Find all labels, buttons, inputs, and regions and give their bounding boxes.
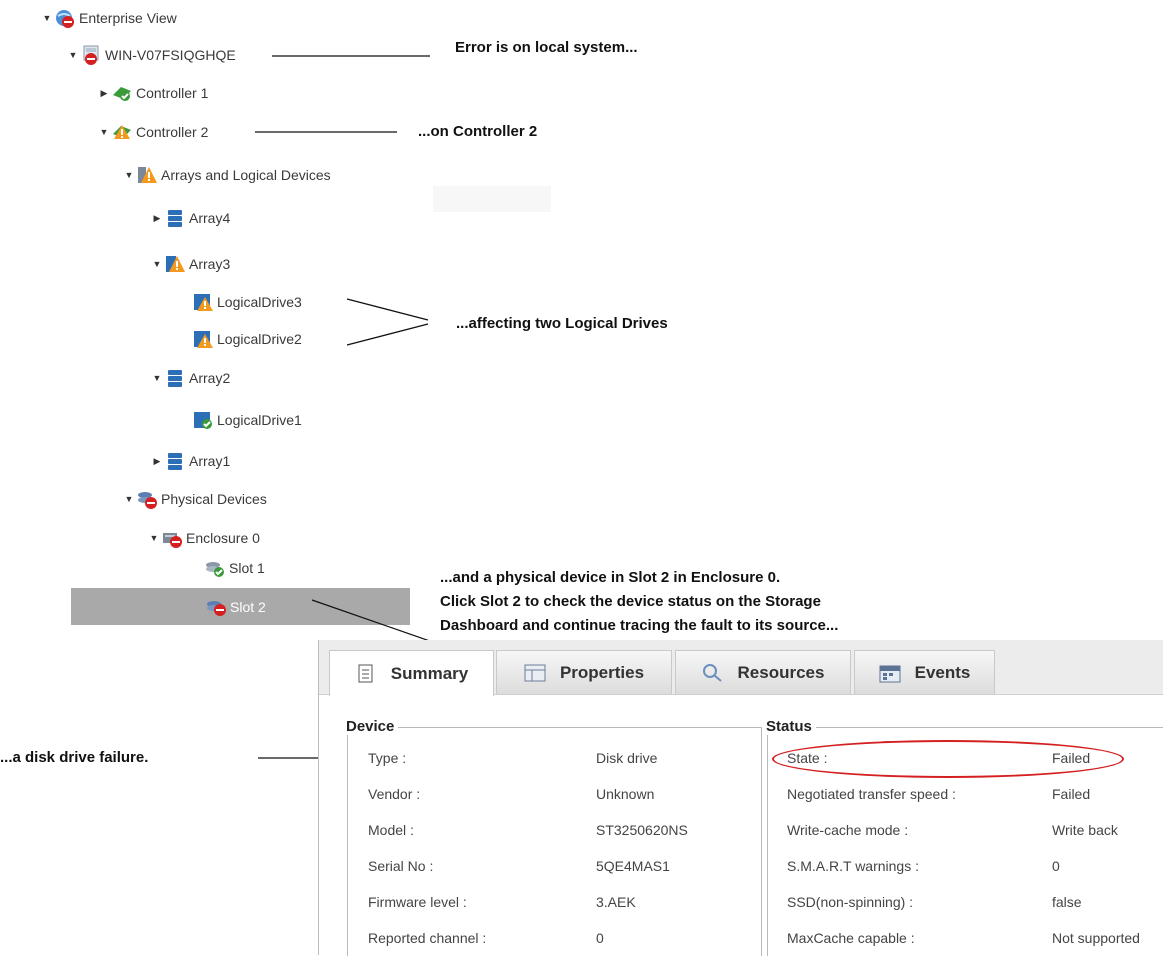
device-group-legend: Device bbox=[346, 718, 399, 735]
status-ssd-value: false bbox=[1052, 894, 1082, 910]
dashboard-tab-bar: Summary Properties Resources Events bbox=[319, 640, 1163, 696]
device-firmware-value: 3.AEK bbox=[596, 894, 636, 910]
tab-label: Resources bbox=[737, 662, 825, 682]
status-write-cache-key: Write-cache mode : bbox=[787, 822, 909, 838]
device-firmware-key: Firmware level : bbox=[368, 894, 467, 910]
device-channel-value: 0 bbox=[596, 930, 604, 946]
device-group: Device bbox=[346, 718, 762, 956]
callout-disk-failure: ...a disk drive failure. bbox=[0, 749, 149, 766]
device-vendor-key: Vendor : bbox=[368, 786, 421, 802]
status-ssd-key: SSD(non-spinning) : bbox=[787, 894, 914, 910]
search-icon bbox=[702, 663, 724, 683]
device-serial-key: Serial No : bbox=[368, 858, 434, 874]
status-group-legend: Status bbox=[766, 718, 816, 735]
status-maxcache-value: Not supported bbox=[1052, 930, 1140, 946]
tab-resources[interactable]: Resources bbox=[675, 650, 851, 694]
calendar-icon bbox=[879, 663, 901, 683]
status-smart-key: S.M.A.R.T warnings : bbox=[787, 858, 920, 874]
tab-label: Events bbox=[914, 662, 971, 682]
callout-controller-2: ...on Controller 2 bbox=[418, 123, 538, 140]
failed-state-highlight bbox=[772, 740, 1124, 778]
status-transfer-speed-value: Failed bbox=[1052, 786, 1091, 802]
connector-logicaldrive2 bbox=[346, 323, 429, 346]
device-vendor-value: Unknown bbox=[596, 786, 655, 802]
device-channel-key: Reported channel : bbox=[368, 930, 487, 946]
callout-local-system: Error is on local system... bbox=[455, 39, 638, 56]
device-type-value: Disk drive bbox=[596, 750, 658, 766]
properties-icon bbox=[524, 663, 546, 683]
status-transfer-speed-key: Negotiated transfer speed : bbox=[787, 786, 956, 802]
status-maxcache-key: MaxCache capable : bbox=[787, 930, 915, 946]
device-type-key: Type : bbox=[368, 750, 407, 766]
tab-events[interactable]: Events bbox=[854, 650, 995, 694]
tab-properties[interactable]: Properties bbox=[496, 650, 672, 694]
callout-logical-drives: ...affecting two Logical Drives bbox=[456, 315, 668, 332]
status-write-cache-value: Write back bbox=[1052, 822, 1118, 838]
callout-physical-device-line2: Click Slot 2 to check the device status … bbox=[440, 593, 821, 610]
tab-label: Summary bbox=[390, 663, 469, 683]
tab-label: Properties bbox=[559, 662, 645, 682]
device-serial-value: 5QE4MAS1 bbox=[596, 858, 670, 874]
callout-physical-device-line3: Dashboard and continue tracing the fault… bbox=[440, 617, 839, 634]
storage-dashboard-panel: Summary Properties Resources Events Devi… bbox=[318, 640, 1163, 956]
document-icon bbox=[355, 664, 377, 684]
device-model-key: Model : bbox=[368, 822, 414, 838]
device-model-value: ST3250620NS bbox=[596, 822, 688, 838]
tab-summary[interactable]: Summary bbox=[329, 650, 494, 696]
connector-logicaldrive3 bbox=[346, 298, 429, 321]
callout-physical-device-line1: ...and a physical device in Slot 2 in En… bbox=[440, 569, 781, 586]
status-smart-value: 0 bbox=[1052, 858, 1060, 874]
